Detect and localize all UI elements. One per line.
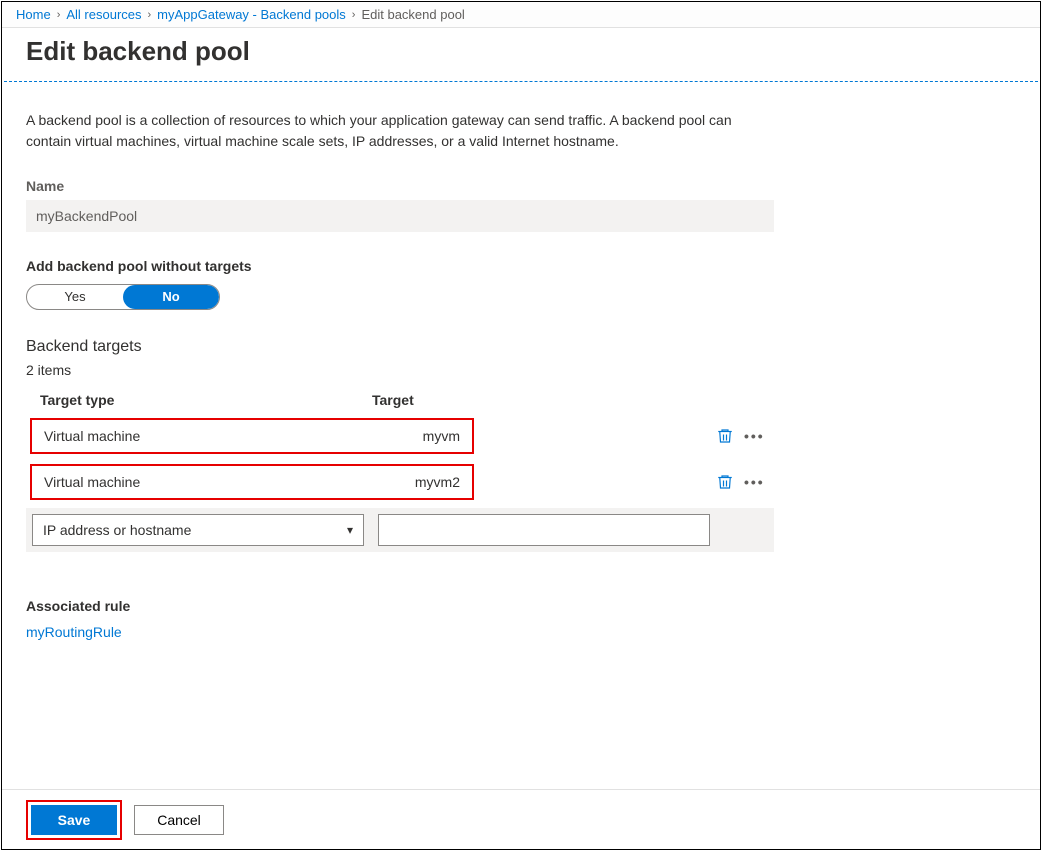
save-button-highlight: Save bbox=[26, 800, 122, 840]
toggle-yes[interactable]: Yes bbox=[27, 285, 123, 309]
target-row: Virtual machine myvm ••• bbox=[26, 416, 774, 456]
chevron-right-icon: › bbox=[148, 9, 152, 21]
name-input bbox=[26, 200, 774, 232]
chevron-down-icon: ▾ bbox=[347, 523, 353, 537]
more-icon[interactable]: ••• bbox=[744, 428, 765, 444]
targets-count: 2 items bbox=[26, 362, 1016, 378]
delete-icon[interactable] bbox=[716, 473, 734, 491]
associated-rule-link[interactable]: myRoutingRule bbox=[26, 624, 122, 640]
col-header-target: Target bbox=[372, 392, 468, 408]
delete-icon[interactable] bbox=[716, 427, 734, 445]
target-type-value: Virtual machine bbox=[44, 428, 376, 444]
toggle-no[interactable]: No bbox=[123, 285, 219, 309]
target-entry[interactable]: Virtual machine myvm2 bbox=[30, 464, 474, 500]
target-entry[interactable]: Virtual machine myvm bbox=[30, 418, 474, 454]
targets-heading: Backend targets bbox=[26, 338, 1016, 356]
intro-text: A backend pool is a collection of resour… bbox=[26, 110, 776, 152]
target-name-value: myvm2 bbox=[376, 474, 460, 490]
name-label: Name bbox=[26, 178, 1016, 194]
col-header-type: Target type bbox=[40, 392, 372, 408]
breadcrumb-home[interactable]: Home bbox=[16, 7, 51, 22]
breadcrumb: Home › All resources › myAppGateway - Ba… bbox=[2, 2, 1040, 28]
breadcrumb-all-resources[interactable]: All resources bbox=[66, 7, 141, 22]
page-title: Edit backend pool bbox=[26, 36, 1016, 67]
target-row: Virtual machine myvm2 ••• bbox=[26, 462, 774, 502]
cancel-button[interactable]: Cancel bbox=[134, 805, 224, 835]
target-type-value: Virtual machine bbox=[44, 474, 376, 490]
target-type-select-value: IP address or hostname bbox=[43, 522, 191, 538]
breadcrumb-backend-pools[interactable]: myAppGateway - Backend pools bbox=[157, 7, 346, 22]
chevron-right-icon: › bbox=[57, 9, 61, 21]
target-value-input[interactable] bbox=[378, 514, 710, 546]
without-targets-label: Add backend pool without targets bbox=[26, 258, 1016, 274]
without-targets-toggle[interactable]: Yes No bbox=[26, 284, 220, 310]
target-type-select[interactable]: IP address or hostname ▾ bbox=[32, 514, 364, 546]
associated-rule-label: Associated rule bbox=[26, 598, 1016, 614]
save-button[interactable]: Save bbox=[31, 805, 117, 835]
target-name-value: myvm bbox=[376, 428, 460, 444]
more-icon[interactable]: ••• bbox=[744, 474, 765, 490]
breadcrumb-current: Edit backend pool bbox=[361, 7, 464, 22]
chevron-right-icon: › bbox=[352, 9, 356, 21]
new-target-row: IP address or hostname ▾ bbox=[26, 508, 774, 552]
